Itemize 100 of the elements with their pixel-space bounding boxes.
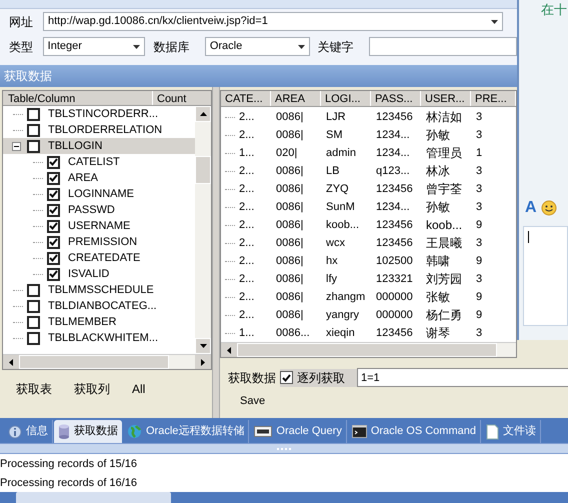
vertical-scrollbar[interactable] xyxy=(195,106,211,354)
tree-item[interactable]: CREATEDATE xyxy=(3,250,195,266)
collapse-toggle[interactable] xyxy=(12,142,21,150)
checkbox-label: 逐列获取 xyxy=(297,370,345,386)
horizontal-scrollbar[interactable] xyxy=(3,354,211,369)
table-cell-text: 0086| xyxy=(275,110,304,125)
table-cell-text: 管理员 xyxy=(425,145,463,162)
column-header[interactable]: PASS... xyxy=(371,91,421,106)
table-cell-text: 3 xyxy=(475,200,484,215)
checkbox[interactable] xyxy=(47,252,60,264)
tree-label: CREATEDATE xyxy=(68,250,140,266)
column-checkbox[interactable]: 逐列获取 xyxy=(280,368,357,386)
table-cell-text: lfy xyxy=(325,272,338,287)
toolbar-button[interactable]: 获取列 xyxy=(68,378,116,400)
checkbox[interactable] xyxy=(280,371,293,384)
table-cell: 2... xyxy=(221,234,271,252)
checkbox[interactable] xyxy=(47,204,60,216)
table-cell-text: 123456 xyxy=(375,110,414,125)
fetch-button[interactable]: 获取数据 xyxy=(228,368,276,386)
tab[interactable]: 获取数据 xyxy=(54,420,122,443)
tree-item[interactable]: TBLMMSSCHEDULE xyxy=(3,282,195,298)
database-icon xyxy=(58,424,70,439)
table-cell-text: 0086... xyxy=(275,326,311,341)
tree-item[interactable]: TBLLOGIN xyxy=(3,138,195,154)
toolbar-button[interactable]: 获取表 xyxy=(10,378,58,400)
left-arrow-icon[interactable] xyxy=(9,358,13,366)
scroll-thumb[interactable] xyxy=(16,492,171,503)
up-arrow-icon[interactable] xyxy=(200,112,206,116)
checkbox[interactable] xyxy=(47,172,60,184)
tree-item[interactable]: TBLSTINCORDERR... xyxy=(3,106,195,122)
table-cell-text: 0086| xyxy=(275,308,304,323)
right-arrow-icon[interactable] xyxy=(201,358,205,366)
smiley-icon[interactable] xyxy=(540,200,557,216)
scroll-thumb[interactable] xyxy=(19,355,169,369)
tree-item[interactable]: PREMISSION xyxy=(3,234,195,250)
tree-item[interactable]: AREA xyxy=(3,170,195,186)
tree-item[interactable]: TBLBLACKWHITEM... xyxy=(3,330,195,346)
checkbox[interactable] xyxy=(47,220,60,232)
column-header[interactable]: USER... xyxy=(421,91,471,106)
database-combo[interactable]: Oracle xyxy=(204,37,310,56)
checkbox[interactable] xyxy=(47,236,60,248)
table-cell-text: 3 xyxy=(475,272,484,287)
column-header[interactable]: Table/Column xyxy=(3,91,153,105)
column-header[interactable]: AREA xyxy=(271,91,321,106)
message-field[interactable] xyxy=(523,226,568,326)
table-cell-text: 000000 xyxy=(375,290,414,305)
scroll-thumb[interactable] xyxy=(237,343,497,357)
keyword-field[interactable] xyxy=(368,37,517,56)
checkbox[interactable] xyxy=(27,140,40,152)
table-cell: 2... xyxy=(221,126,271,144)
checkbox[interactable] xyxy=(27,284,40,296)
checkbox[interactable] xyxy=(47,188,60,200)
tree-label: AREA xyxy=(68,170,98,186)
toolbar-button[interactable]: All xyxy=(126,378,152,400)
column-header[interactable]: CATE... xyxy=(221,91,271,106)
table-cell-text: 林洁如 xyxy=(425,109,463,126)
down-arrow-icon[interactable] xyxy=(200,344,206,348)
url-combo[interactable]: http://wap.gd.10086.cn/kx/clientveiw.jsp?id=1 xyxy=(43,12,503,31)
checkbox[interactable] xyxy=(27,124,40,136)
field-label: 数据库 xyxy=(153,38,190,56)
save-button[interactable]: Save xyxy=(240,393,266,410)
checkbox[interactable] xyxy=(27,332,40,344)
table-cell-text: LB xyxy=(325,164,340,179)
tree-item[interactable]: TBLORDERRELATION xyxy=(3,122,195,138)
tree-item[interactable]: TBLMEMBER xyxy=(3,314,195,330)
type-combo[interactable]: Integer xyxy=(42,37,146,56)
checkbox[interactable] xyxy=(47,268,60,280)
checkbox[interactable] xyxy=(27,316,40,328)
table-cell-text: 1234... xyxy=(375,200,411,215)
info-icon xyxy=(8,424,22,438)
table-cell-text: 刘芳园 xyxy=(425,271,463,288)
condition-field[interactable]: 1=1 xyxy=(357,368,568,387)
horizontal-scrollbar[interactable] xyxy=(0,492,568,503)
globe-icon xyxy=(127,424,142,439)
column-header[interactable]: PRE... xyxy=(471,91,516,106)
table-cell-text: 123456 xyxy=(375,218,414,233)
tree-item[interactable]: USERNAME xyxy=(3,218,195,234)
left-arrow-icon[interactable] xyxy=(227,346,231,354)
column-header[interactable]: Count xyxy=(153,91,195,105)
checkbox[interactable] xyxy=(27,108,40,120)
table-cell-text: 123456 xyxy=(375,326,414,341)
field-label: 关键字 xyxy=(318,38,355,56)
font-button[interactable]: A xyxy=(525,196,537,220)
tree-item[interactable]: TBLDIANBOCATEG... xyxy=(3,298,195,314)
tree-item[interactable]: LOGINNAME xyxy=(3,186,195,202)
table-cell-text: 0086| xyxy=(275,236,304,251)
horizontal-scrollbar[interactable] xyxy=(221,342,516,357)
tree-item[interactable]: ISVALID xyxy=(3,266,195,282)
checkbox[interactable] xyxy=(27,300,40,312)
checkbox[interactable] xyxy=(47,156,60,168)
table-cell-text: 3 xyxy=(475,236,484,251)
tree-item[interactable]: CATELIST xyxy=(3,154,195,170)
table-cell-text: 3 xyxy=(475,326,484,341)
tree-label: PASSWD xyxy=(68,202,115,218)
tree-item[interactable]: PASSWD xyxy=(3,202,195,218)
table-cell-text: 谢琴 xyxy=(425,325,451,342)
scroll-thumb[interactable] xyxy=(195,156,211,184)
table-cell-text: 1234... xyxy=(375,146,411,161)
column-header[interactable]: LOGI... xyxy=(321,91,371,106)
table-cell-text: 曾宇荃 xyxy=(425,181,463,198)
